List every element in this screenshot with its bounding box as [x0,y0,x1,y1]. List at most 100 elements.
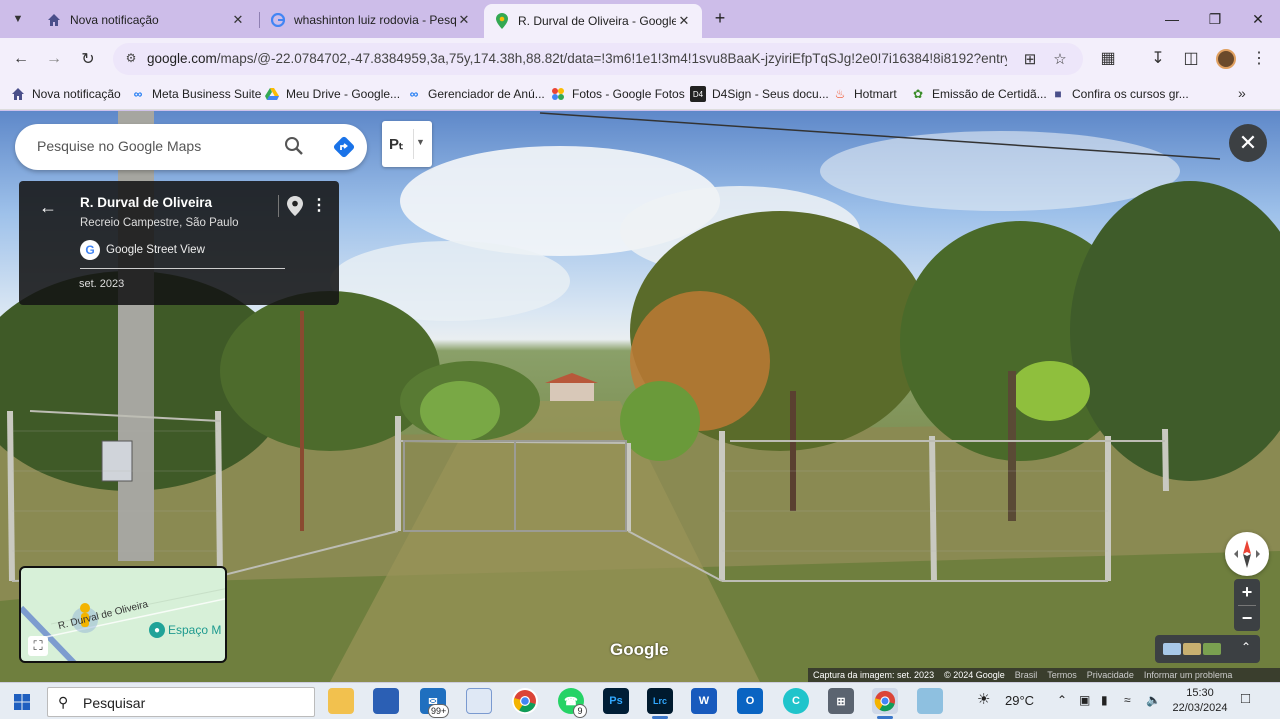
bookmark-item[interactable]: ■ Confira os cursos gr... [1050,86,1188,102]
poi-pin-icon: ● [149,622,165,638]
bookmark-item[interactable]: ∞ Gerenciador de Anú... [406,86,545,102]
home-icon [10,86,26,102]
install-app-icon[interactable]: ⊞ [1021,50,1039,68]
capture-date[interactable]: set. 2023 [79,278,124,290]
download-icon[interactable]: ↧ [1147,48,1169,70]
notes-icon[interactable] [917,688,943,714]
copyright: © 2024 Google [944,670,1005,680]
imagery-thumbnails[interactable]: ⌃ [1155,635,1260,663]
search-icon[interactable] [283,135,305,157]
url-text: google.com/maps/@-22.0784702,-47.8384959… [147,51,1007,66]
outlook-icon[interactable]: O [737,688,763,714]
fullscreen-icon[interactable]: ⛶ [28,636,48,656]
terms-link[interactable]: Termos [1047,670,1077,680]
chevron-up-icon[interactable]: ⌃ [1241,640,1251,654]
clock-time: 15:30 [1186,687,1214,699]
close-tab-icon[interactable]: ✕ [456,12,472,28]
bookmark-item[interactable]: Nova notificação [10,86,121,102]
weather-icon[interactable]: ☀ [977,690,990,708]
site-settings-icon[interactable]: ⚙ [123,51,139,67]
report-problem-link[interactable]: Informar um problema [1144,670,1233,680]
close-street-view-button[interactable]: ✕ [1229,124,1267,162]
address-bar[interactable]: ⚙ google.com/maps/@-22.0784702,-47.83849… [113,43,1083,75]
bookmark-label: Meu Drive - Google... [286,87,401,101]
country-link[interactable]: Brasil [1015,670,1038,680]
taskbar-search[interactable]: ⚲ Pesquisar [47,687,315,717]
close-window-icon[interactable]: ✕ [1236,0,1280,38]
taskbar-clock[interactable]: 15:30 22/03/2024 [1170,686,1230,716]
chevron-up-icon[interactable]: ⌃ [1057,693,1067,707]
search-icon: ⚲ [58,694,69,710]
tab-pesquisa[interactable]: whashinton luiz rodovia - Pesquisa ✕ [260,6,482,34]
zoom-in-button[interactable]: + [1234,579,1260,605]
chevron-down-icon[interactable]: ▼ [416,137,425,147]
battery-icon[interactable]: ▮ [1101,693,1108,707]
extensions-icon[interactable]: ▦ [1097,48,1119,70]
bookmark-item[interactable]: ∞ Meta Business Suite [130,86,262,102]
windows-start-icon[interactable] [14,694,30,710]
zoom-out-button[interactable]: − [1234,605,1260,631]
bookmark-item[interactable]: Fotos - Google Fotos [550,86,685,102]
word-icon[interactable]: W [691,688,717,714]
directions-icon[interactable] [332,135,356,159]
google-g-icon: G [80,240,100,260]
forward-icon[interactable]: → [41,46,67,72]
privacy-link[interactable]: Privacidade [1087,670,1134,680]
bookmark-item[interactable]: D4 D4Sign - Seus docu... [690,86,829,102]
close-tab-icon[interactable]: ✕ [230,12,246,28]
layer-label: Pₜ [389,136,404,153]
bookmark-label: Fotos - Google Fotos [572,87,685,101]
canva-icon[interactable]: C [783,688,809,714]
side-panel-icon[interactable]: ◫ [1180,48,1202,70]
location-pin-icon[interactable] [287,196,303,216]
notifications-icon[interactable]: □ [1241,690,1250,707]
more-bookmarks-icon[interactable]: » [1238,85,1246,101]
restore-icon[interactable]: ❐ [1193,0,1237,38]
bookmark-label: Meta Business Suite [152,87,262,101]
tab-title: whashinton luiz rodovia - Pesquisa [294,13,456,27]
compass-icon[interactable] [1225,532,1269,576]
volume-icon[interactable]: 🔈 [1146,693,1161,707]
weather-temp[interactable]: 29°C [1005,693,1034,708]
store-icon[interactable] [373,688,399,714]
tab-search-icon[interactable]: ▼ [6,7,30,31]
back-icon[interactable]: ← [8,46,34,72]
photoshop-icon[interactable]: Ps [603,688,629,714]
menu-kebab-icon[interactable]: ⋮ [1248,48,1270,70]
close-tab-icon[interactable]: ✕ [676,13,692,29]
lightroom-icon[interactable]: Lrc [647,688,673,714]
meet-now-icon[interactable]: ▣ [1079,693,1090,707]
file-explorer-icon[interactable] [328,688,354,714]
back-arrow-icon[interactable]: ← [39,197,57,218]
bookmark-item[interactable]: ♨ Hotmart [832,86,897,102]
bookmark-star-icon[interactable]: ☆ [1051,50,1069,68]
minimize-icon[interactable]: — [1150,0,1194,38]
more-options-icon[interactable]: ⋮ [311,195,327,215]
bookmark-label: D4Sign - Seus docu... [712,87,829,101]
profile-avatar[interactable] [1216,49,1236,69]
tab-nova-notificacao[interactable]: Nova notificação ✕ [36,6,256,34]
bookmarks-bar: Nova notificação ∞ Meta Business Suite M… [0,80,1280,110]
reload-icon[interactable]: ↻ [75,46,101,72]
wifi-icon[interactable]: ≈ [1124,693,1131,707]
minimap[interactable]: R. Durval de Oliveira ● Espaço M ⛶ [19,566,227,663]
thumbnail-sky[interactable] [1163,643,1181,655]
url-host: google.com [147,51,217,66]
maps-search-box[interactable]: Pesquise no Google Maps [15,124,367,170]
app-window-icon[interactable] [466,688,492,714]
new-tab-button[interactable]: + [710,8,730,28]
layer-selector-button[interactable]: Pₜ ▼ [382,121,432,167]
minimap-poi[interactable]: ● Espaço M [149,622,221,638]
chrome-profile-icon[interactable] [872,688,898,714]
thumbnail-trees[interactable] [1203,643,1221,655]
d4sign-icon: D4 [690,86,706,102]
tab-google-maps[interactable]: R. Durval de Oliveira - Google Maps ✕ [484,4,702,38]
thumbnail-field[interactable] [1183,643,1201,655]
divider [1238,605,1256,606]
capture-info: Captura da imagem: set. 2023 [813,670,935,680]
bookmark-item[interactable]: ✿ Emissão de Certidã... [910,86,1047,102]
search-input[interactable]: Pesquise no Google Maps [37,138,201,154]
chrome-icon[interactable] [512,688,538,714]
bookmark-item[interactable]: Meu Drive - Google... [264,86,400,102]
calculator-icon[interactable]: ⊞ [828,688,854,714]
